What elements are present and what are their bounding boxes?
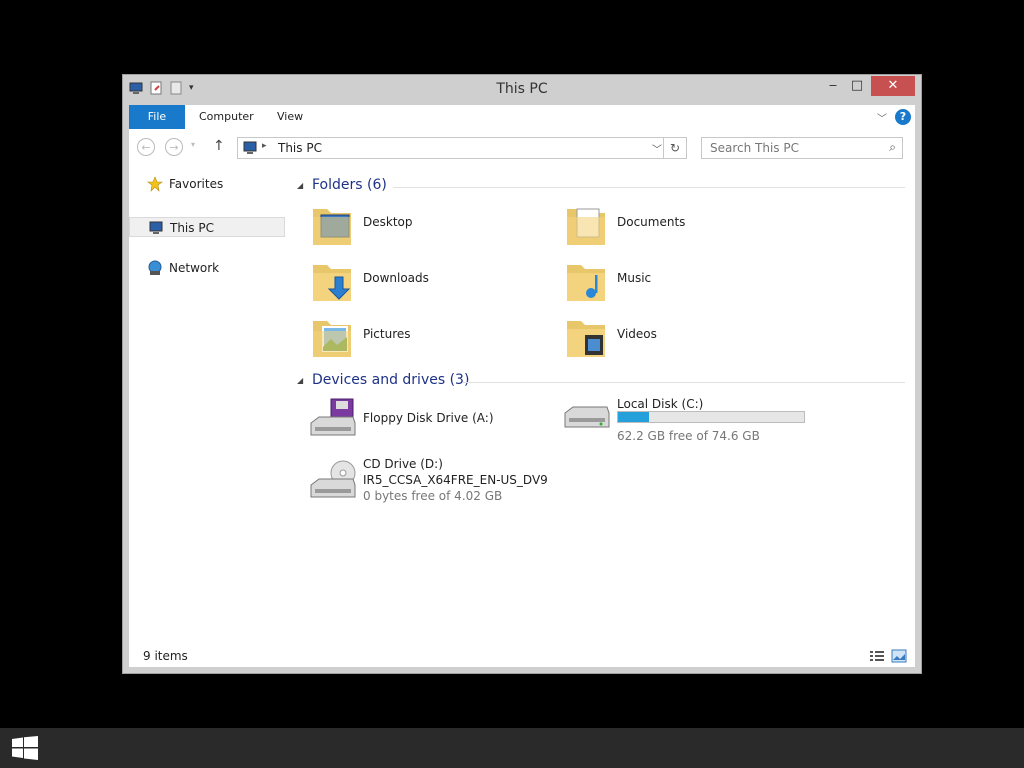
nav-item-favorites[interactable]: Favorites: [129, 174, 285, 194]
close-button[interactable]: ✕: [871, 76, 915, 96]
drive-label: CD Drive (D:): [363, 457, 443, 471]
nav-item-label: Favorites: [169, 177, 224, 191]
expand-ribbon-icon[interactable]: ﹀: [877, 110, 887, 125]
large-icons-view-icon[interactable]: [891, 649, 907, 663]
search-icon[interactable]: ⌕: [889, 140, 896, 155]
drive-free-space: 62.2 GB free of 74.6 GB: [617, 429, 760, 443]
hard-disk-icon: [564, 406, 610, 428]
pictures-folder-icon: [313, 321, 351, 357]
drive-label: Local Disk (C:): [617, 397, 704, 411]
recent-locations-icon[interactable]: ▾: [191, 140, 195, 149]
breadcrumb-separator-icon[interactable]: ▸: [262, 141, 267, 151]
cd-drive-icon: [310, 460, 356, 498]
back-button[interactable]: ←: [137, 138, 155, 156]
window-title: This PC: [496, 81, 548, 97]
drive-volume-name: IR5_CCSA_X64FRE_EN-US_DV9: [363, 473, 548, 487]
nav-item-network[interactable]: Network: [129, 258, 285, 278]
folder-item-music[interactable]: Music: [563, 253, 803, 305]
status-bar: 9 items: [129, 645, 915, 667]
videos-folder-icon: [567, 321, 605, 357]
content-area: Favorites This PC Network ◢ Folders (6) …: [129, 167, 915, 645]
address-dropdown-icon[interactable]: ﹀: [652, 141, 662, 156]
downloads-folder-icon: [313, 265, 351, 301]
music-folder-icon: [567, 265, 605, 301]
address-bar[interactable]: ▸ This PC ﹀ ↻: [237, 137, 687, 159]
drive-item-cd-d[interactable]: CD Drive (D:) IR5_CCSA_X64FRE_EN-US_DV9 …: [309, 449, 549, 509]
desktop-folder-icon: [313, 209, 351, 245]
drive-free-space: 0 bytes free of 4.02 GB: [363, 489, 503, 503]
forward-button[interactable]: →: [165, 138, 183, 156]
folder-item-documents[interactable]: Documents: [563, 197, 803, 249]
computer-icon: [149, 221, 163, 234]
tab-view[interactable]: View: [263, 105, 317, 129]
nav-item-this-pc[interactable]: This PC: [129, 217, 285, 237]
tab-file[interactable]: File: [129, 105, 185, 129]
group-header-folders[interactable]: ◢ Folders (6): [297, 177, 909, 197]
item-count: 9 items: [143, 649, 188, 663]
network-icon: [148, 260, 162, 275]
star-icon: [147, 176, 163, 192]
address-location[interactable]: This PC: [278, 141, 322, 155]
navigation-bar: ← → ▾ ↑ ▸ This PC ﹀ ↻ Search This PC ⌕: [129, 129, 915, 167]
folder-item-videos[interactable]: Videos: [563, 309, 803, 361]
disk-usage-fill: [618, 412, 649, 422]
windows-start-icon[interactable]: [12, 736, 38, 760]
computer-icon: [243, 141, 257, 154]
folder-item-pictures[interactable]: Pictures: [309, 309, 549, 361]
collapse-icon[interactable]: ◢: [297, 181, 303, 190]
tab-computer[interactable]: Computer: [185, 105, 268, 129]
nav-item-label: This PC: [170, 221, 214, 235]
drive-item-floppy[interactable]: Floppy Disk Drive (A:): [309, 393, 549, 445]
navigation-pane: Favorites This PC Network: [129, 167, 287, 645]
folder-item-desktop[interactable]: Desktop: [309, 197, 549, 249]
details-view-icon[interactable]: [869, 649, 885, 663]
up-button[interactable]: ↑: [213, 138, 225, 154]
documents-folder-icon: [567, 208, 605, 245]
taskbar: [0, 728, 1024, 768]
refresh-icon[interactable]: ↻: [663, 138, 686, 158]
floppy-drive-icon: [310, 398, 356, 436]
search-input[interactable]: Search This PC: [710, 141, 799, 155]
help-icon[interactable]: ?: [895, 109, 911, 125]
drive-item-local-disk-c[interactable]: Local Disk (C:) 62.2 GB free of 74.6 GB: [563, 389, 805, 443]
folder-item-downloads[interactable]: Downloads: [309, 253, 549, 305]
title-bar[interactable]: ▾ This PC ‒ □ ✕: [123, 75, 921, 105]
group-divider: [393, 187, 905, 188]
explorer-window: ▾ This PC ‒ □ ✕ File Computer View ﹀ ? ←…: [122, 74, 922, 674]
nav-item-label: Network: [169, 261, 220, 275]
search-box[interactable]: Search This PC ⌕: [701, 137, 903, 159]
items-view: ◢ Folders (6) Desktop Documents Download…: [287, 167, 915, 645]
ribbon-tabs: File Computer View ﹀ ?: [129, 105, 915, 130]
group-divider: [463, 382, 905, 383]
collapse-icon[interactable]: ◢: [297, 376, 303, 385]
disk-usage-bar: [617, 411, 805, 423]
